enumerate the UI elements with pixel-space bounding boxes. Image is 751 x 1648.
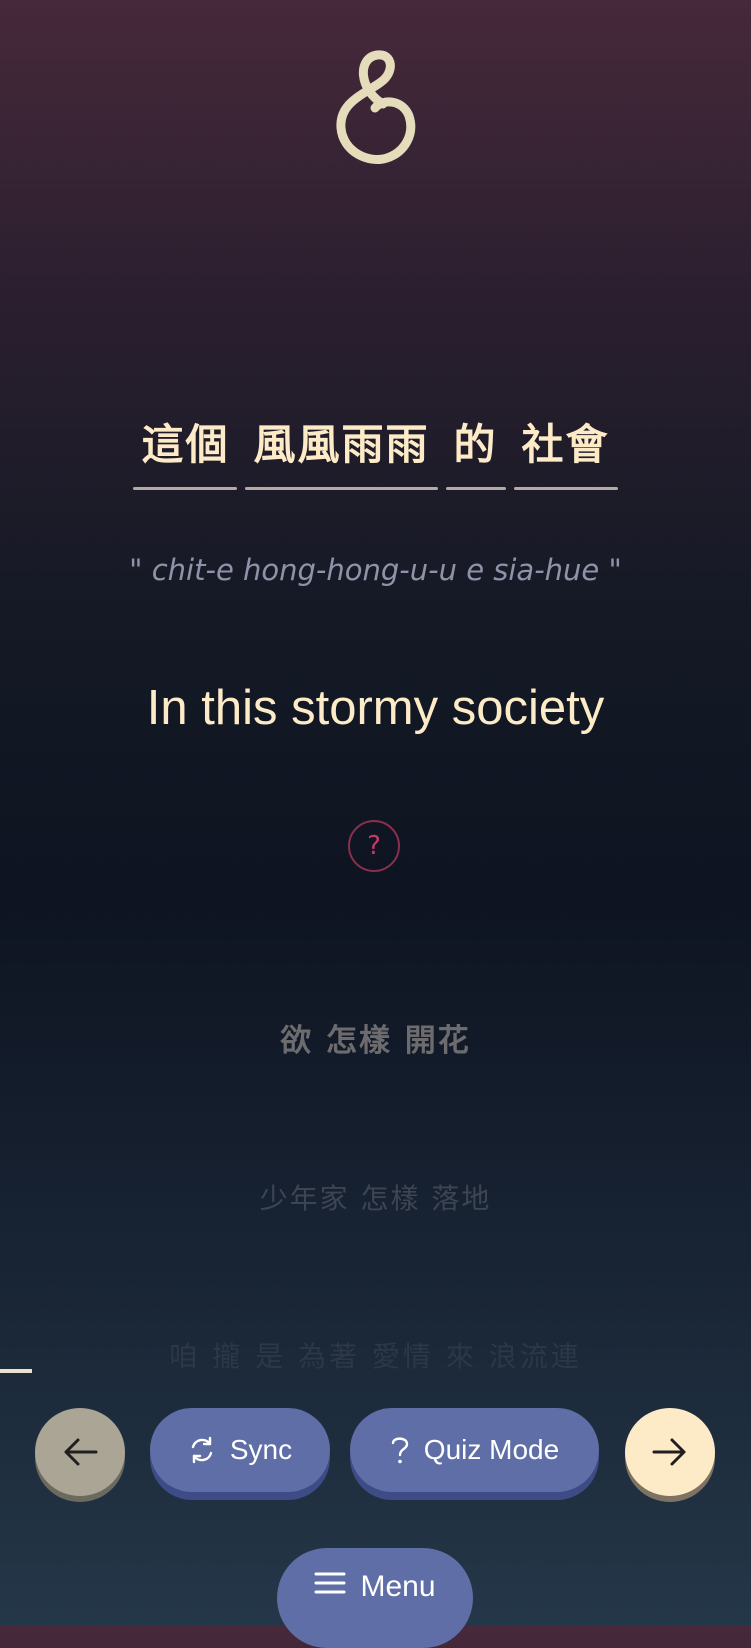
sync-label: Sync (229, 1434, 293, 1465)
question-icon (390, 1435, 410, 1465)
help-button[interactable]: ? (348, 820, 400, 872)
upcoming-lyric-line: 少年家 怎樣 落地 (259, 1182, 492, 1215)
swirl-logo-icon (331, 48, 421, 168)
lyric-word-text: 風風雨雨 (253, 420, 430, 469)
lyric-word[interactable]: 的 (445, 415, 506, 490)
sync-button[interactable]: Sync (150, 1408, 330, 1492)
lyric-word-text: 這個 (141, 420, 230, 469)
lyric-word[interactable]: 社會 (513, 415, 618, 490)
lyric-word-text: 的 (453, 420, 498, 469)
arrow-right-icon (652, 1437, 688, 1467)
previous-button[interactable] (35, 1408, 125, 1496)
lyric-word[interactable]: 這個 (133, 415, 238, 490)
current-lyric-line: 這個 風風雨雨 的 社會 (0, 415, 751, 490)
playback-controls: Sync Quiz Mode (0, 1408, 751, 1496)
quiz-mode-button[interactable]: Quiz Mode (350, 1408, 599, 1492)
romanization-text: " chit-e hong-hong-u-u e sia-hue " (129, 553, 622, 587)
arrow-left-icon (62, 1437, 98, 1467)
menu-button[interactable]: Menu (277, 1548, 473, 1648)
progress-indicator (0, 1369, 32, 1373)
word-underline (133, 487, 238, 490)
hamburger-icon (314, 1570, 346, 1596)
next-button[interactable] (625, 1408, 715, 1496)
upcoming-lyric-line: 咱 攏 是 為著 愛情 來 浪流連 (169, 1340, 582, 1373)
quiz-mode-label: Quiz Mode (423, 1434, 560, 1465)
word-underline (513, 487, 618, 490)
lyric-word[interactable]: 風風雨雨 (245, 415, 438, 490)
question-icon: ? (367, 831, 381, 861)
refresh-icon (188, 1436, 216, 1464)
upcoming-lyric-line: 欲 怎樣 開花 (280, 1023, 471, 1059)
menu-label: Menu (360, 1570, 436, 1603)
lyric-word-text: 社會 (521, 420, 610, 469)
translation-text: In this stormy society (146, 681, 605, 735)
word-underline (445, 487, 506, 490)
word-underline (245, 487, 438, 490)
